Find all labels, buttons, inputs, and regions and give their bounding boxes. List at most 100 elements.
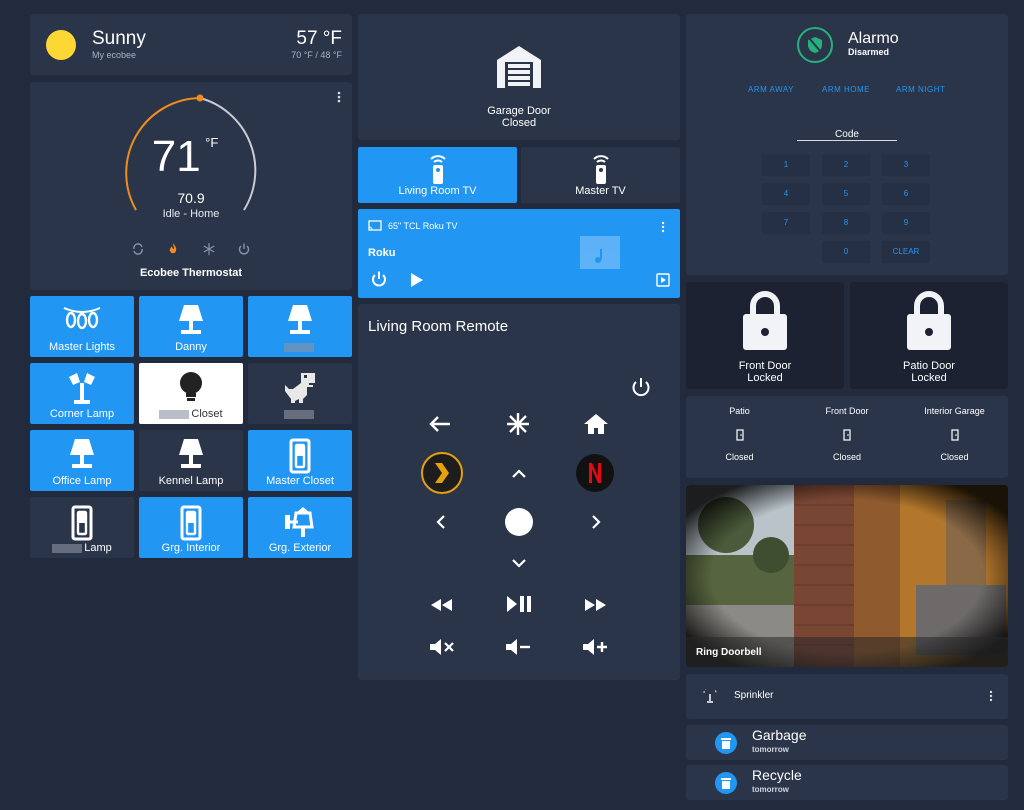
light-tile-label: Lamp [30, 542, 134, 554]
thermostat-setpoint: 71 [151, 132, 201, 181]
redacted-text [159, 409, 190, 419]
door-icon [735, 429, 744, 441]
light-tile-label: Closet [139, 408, 243, 420]
keypad-key[interactable]: CLEAR [882, 241, 930, 263]
reminder-when: tomorrow [752, 785, 789, 794]
door-sensor[interactable]: Front Door Closed [793, 406, 901, 462]
power-icon[interactable] [237, 242, 251, 256]
auto-mode-icon[interactable] [131, 242, 145, 256]
light-tile[interactable]: Office Lamp [30, 430, 134, 491]
light-tile[interactable]: Closet [139, 363, 243, 424]
reminder-when: tomorrow [752, 745, 789, 754]
light-tile[interactable]: Master Closet [248, 430, 352, 491]
media-source: Roku [368, 247, 396, 259]
netflix-icon [589, 463, 601, 483]
home-button[interactable] [583, 413, 609, 435]
door-sensor-name: Interior Garage [924, 406, 985, 416]
garbage-reminder[interactable]: Garbage tomorrow [686, 725, 1008, 760]
door-sensor[interactable]: Patio Closed [686, 406, 793, 462]
keypad-key[interactable]: 4 [762, 183, 810, 205]
volume-down-button[interactable] [505, 638, 531, 656]
keypad-key[interactable]: 5 [822, 183, 870, 205]
left-arrow-button[interactable] [436, 514, 446, 530]
string-lights-icon [62, 304, 102, 330]
arm-night-button[interactable]: ARM NIGHT [896, 85, 945, 94]
keypad-key[interactable]: 7 [762, 212, 810, 234]
switch-icon [71, 505, 93, 541]
patio-door-lock-card[interactable]: Patio Door Locked [850, 282, 1008, 389]
volume-up-button[interactable] [582, 638, 608, 656]
switch-icon [180, 505, 202, 541]
light-tile-text: Master Closet [266, 475, 334, 487]
light-tile[interactable] [248, 363, 352, 424]
lock-state: Locked [911, 372, 947, 384]
more-options-icon[interactable] [988, 690, 994, 702]
light-tile[interactable]: Corner Lamp [30, 363, 134, 424]
keypad-key[interactable]: 0 [822, 241, 870, 263]
tab-living-room-tv[interactable]: Living Room TV [358, 147, 517, 203]
tab-label: Living Room TV [398, 185, 477, 197]
lock-icon [743, 291, 787, 350]
heat-mode-icon[interactable] [166, 242, 180, 256]
light-tile[interactable]: Grg. Interior [139, 497, 243, 558]
down-arrow-button[interactable] [511, 558, 527, 568]
fast-forward-button[interactable] [584, 598, 608, 612]
garage-door-state: Closed [501, 117, 537, 129]
keypad-key[interactable]: 8 [822, 212, 870, 234]
door-icon [843, 429, 851, 441]
light-tile[interactable]: Lamp [30, 497, 134, 558]
alarm-name: Alarmo [848, 30, 899, 47]
redacted-text [284, 342, 314, 352]
asterisk-button[interactable] [506, 412, 530, 436]
light-tile-text: Lamp [84, 542, 112, 554]
weather-card[interactable]: Sunny My ecobee 57 °F 70 °F / 48 °F [30, 14, 352, 75]
up-arrow-button[interactable] [511, 469, 527, 479]
right-arrow-button[interactable] [591, 514, 601, 530]
light-tile[interactable] [248, 296, 352, 357]
code-field[interactable]: Code [797, 124, 897, 141]
netflix-button[interactable] [576, 454, 614, 492]
arm-home-button[interactable]: ARM HOME [822, 85, 870, 94]
bulb-icon [178, 371, 204, 403]
power-icon[interactable] [370, 270, 388, 288]
ring-doorbell-camera[interactable]: Ring Doorbell [686, 485, 1008, 667]
rewind-button[interactable] [429, 598, 453, 612]
light-tile-text: Master Lights [48, 341, 116, 353]
front-door-lock-card[interactable]: Front Door Locked [686, 282, 844, 389]
garage-door-name: Garage Door [487, 105, 551, 117]
light-tile[interactable]: Master Lights [30, 296, 134, 357]
more-options-icon[interactable] [334, 90, 344, 104]
light-tile[interactable]: Danny [139, 296, 243, 357]
arm-away-button[interactable]: ARM AWAY [748, 85, 794, 94]
plex-button[interactable] [421, 452, 463, 494]
door-sensor[interactable]: Interior Garage Closed [901, 406, 1008, 462]
keypad-key[interactable]: 9 [882, 212, 930, 234]
lock-name: Front Door [738, 360, 792, 372]
light-tile-text: Grg. Interior [161, 542, 221, 554]
more-options-icon[interactable] [660, 221, 666, 233]
remote-power-button[interactable] [628, 374, 654, 400]
lock-icon [907, 291, 951, 350]
mute-button[interactable] [429, 638, 455, 656]
floor-lamp-icon [67, 371, 97, 405]
cool-mode-icon[interactable] [202, 242, 216, 256]
keypad-key[interactable]: 1 [762, 154, 810, 176]
sprinkler-row[interactable]: Sprinkler [686, 674, 1008, 719]
keypad-key[interactable]: 6 [882, 183, 930, 205]
keypad-key[interactable]: 2 [822, 154, 870, 176]
select-button[interactable] [505, 508, 533, 536]
playlist-icon[interactable] [656, 273, 670, 287]
light-tile[interactable]: Grg. Exterior [248, 497, 352, 558]
remote-icon [593, 155, 609, 184]
keypad-key[interactable]: 3 [882, 154, 930, 176]
play-icon[interactable] [410, 272, 424, 288]
light-tile[interactable]: Kennel Lamp [139, 430, 243, 491]
lamp-icon [176, 304, 206, 336]
trash-icon [715, 772, 737, 794]
tab-master-tv[interactable]: Master TV [521, 147, 680, 203]
play-pause-button[interactable] [506, 595, 532, 613]
garage-door-card[interactable]: Garage Door Closed [358, 14, 680, 140]
back-arrow-button[interactable] [428, 414, 452, 434]
weather-temp: 57 °F [296, 28, 342, 49]
recycle-reminder[interactable]: Recycle tomorrow [686, 765, 1008, 800]
